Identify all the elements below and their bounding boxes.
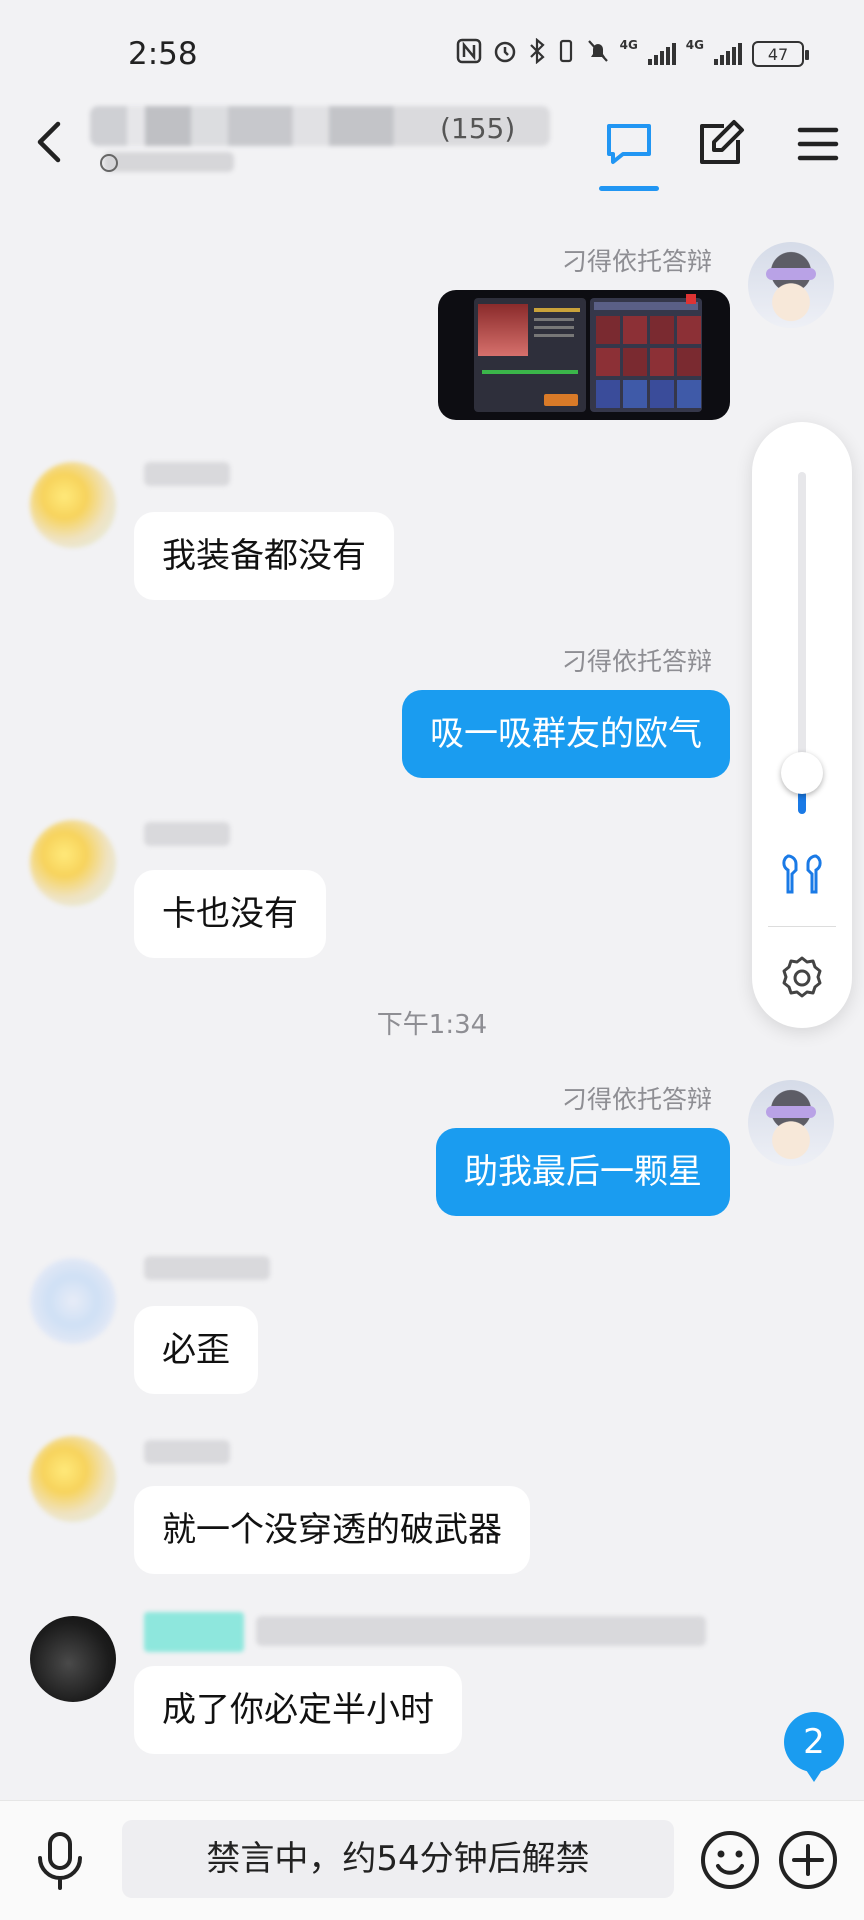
- sound-settings-button[interactable]: [778, 954, 826, 1002]
- divider: [768, 926, 836, 927]
- avatar-self[interactable]: [748, 242, 834, 328]
- avatar-member[interactable]: [30, 462, 116, 548]
- sender-name-blurred: [256, 1616, 706, 1646]
- message-bubble-in[interactable]: 必歪: [134, 1306, 258, 1394]
- bluetooth-icon: [528, 37, 546, 70]
- alarm-icon: [492, 38, 518, 70]
- battery-icon: 47: [752, 41, 809, 67]
- avatar-self[interactable]: [748, 1080, 834, 1166]
- sender-name: 刁得依托答辩: [561, 247, 712, 276]
- voice-button[interactable]: [28, 1828, 92, 1892]
- chevron-left-icon: [37, 121, 61, 163]
- microphone-icon: [38, 1832, 82, 1890]
- message-bubble-in[interactable]: 卡也没有: [134, 870, 326, 958]
- image-message[interactable]: [438, 290, 730, 420]
- settings-gear-icon: [782, 956, 822, 998]
- volume-panel[interactable]: [752, 422, 852, 1028]
- avatar-member[interactable]: [30, 820, 116, 906]
- online-status-blurred: [104, 152, 234, 172]
- more-actions-button[interactable]: [776, 1828, 840, 1892]
- chat-bubble-icon: [607, 124, 651, 164]
- signal-icon: [714, 43, 742, 65]
- member-badge-blurred: [144, 1612, 244, 1652]
- sender-name-blurred: [144, 1256, 270, 1280]
- plus-icon: [779, 1831, 837, 1889]
- sender-name-blurred: [144, 822, 230, 846]
- message-bubble-out[interactable]: 助我最后一颗星: [436, 1128, 730, 1216]
- avatar-member[interactable]: [30, 1436, 116, 1522]
- sender-name-blurred: [144, 1440, 230, 1464]
- menu-button[interactable]: [792, 118, 844, 170]
- message-bubble-out[interactable]: 吸一吸群友的欧气: [402, 690, 730, 778]
- message-bubble-in[interactable]: 我装备都没有: [134, 512, 394, 600]
- active-tab-indicator: [599, 186, 659, 191]
- sender-name: 刁得依托答辩: [561, 647, 712, 676]
- message-input[interactable]: 禁言中，约54分钟后解禁: [122, 1820, 674, 1898]
- timestamp: 下午1:34: [376, 1010, 488, 1040]
- sender-name: 刁得依托答辩: [561, 1085, 712, 1114]
- status-time: 2:58: [128, 36, 198, 72]
- emoji-icon: [701, 1831, 759, 1889]
- earbuds-icon: [782, 854, 822, 894]
- hamburger-menu-icon: [797, 127, 839, 161]
- signal-icon: [647, 43, 676, 65]
- online-indicator-icon: [100, 154, 118, 172]
- vibrate-icon: [556, 38, 576, 70]
- group-member-count: (155): [440, 112, 516, 145]
- message-bubble-in[interactable]: 就一个没穿透的破武器: [134, 1486, 530, 1574]
- mute-bell-icon: [586, 38, 610, 70]
- avatar-member[interactable]: [30, 1616, 116, 1702]
- volume-slider-thumb[interactable]: [781, 751, 823, 794]
- tab-chat[interactable]: [603, 118, 655, 170]
- back-button[interactable]: [32, 118, 68, 166]
- avatar-member[interactable]: [30, 1258, 116, 1344]
- status-icons: 4G 4G 47: [456, 37, 809, 70]
- sender-name-blurred: [144, 462, 230, 486]
- earbuds-button[interactable]: [778, 850, 826, 898]
- emoji-button[interactable]: [698, 1828, 762, 1892]
- tab-notes[interactable]: [694, 118, 746, 170]
- network-label-2: 4G: [685, 38, 704, 52]
- network-label-1: 4G: [619, 38, 638, 52]
- unread-count-badge[interactable]: 2: [784, 1712, 844, 1782]
- nfc-icon: [456, 38, 482, 70]
- edit-icon: [700, 120, 744, 164]
- game-screenshot-left: [474, 298, 586, 412]
- close-icon: [686, 294, 696, 304]
- message-bubble-in[interactable]: 成了你必定半小时: [134, 1666, 462, 1754]
- game-screenshot-right: [590, 298, 702, 412]
